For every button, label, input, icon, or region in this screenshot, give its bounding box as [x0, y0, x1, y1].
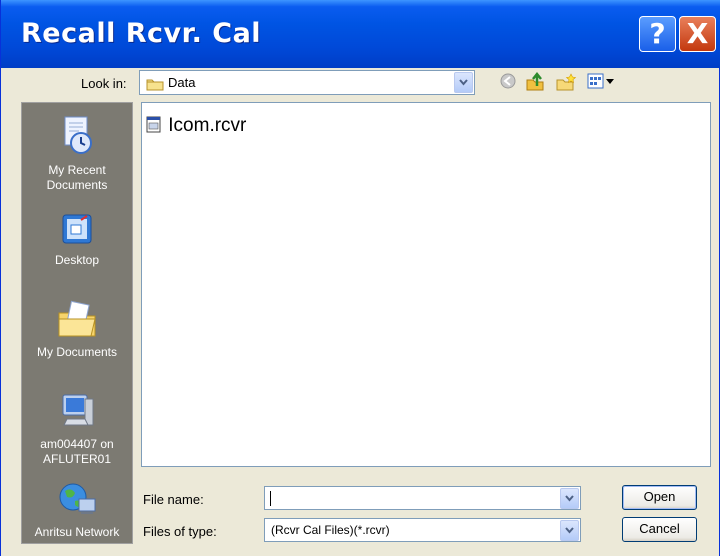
look-in-label: Look in: [81, 76, 127, 91]
place-recent-documents[interactable]: My Recent Documents [22, 113, 132, 193]
place-label: Anritsu Network [34, 525, 120, 539]
file-name-label: File name: [143, 492, 204, 507]
place-network[interactable]: Anritsu Network [22, 479, 132, 540]
recall-dialog: Recall Rcvr. Cal ? X Look in: Data My Re… [0, 0, 720, 556]
place-my-documents[interactable]: My Documents [22, 299, 132, 360]
file-name: Icom.rcvr [168, 115, 247, 136]
cancel-button[interactable]: Cancel [622, 517, 697, 542]
file-name-dropdown-button[interactable] [560, 488, 579, 509]
file-type-select[interactable]: (Rcvr Cal Files)(*.rcvr) [264, 518, 581, 542]
my-computer-icon [22, 391, 132, 435]
chevron-down-icon [565, 495, 574, 502]
chevron-down-icon [565, 527, 574, 534]
open-button[interactable]: Open [622, 485, 697, 510]
file-type-value: (Rcvr Cal Files)(*.rcvr) [271, 523, 390, 537]
file-name-input[interactable] [264, 486, 581, 510]
places-bar: My Recent Documents Desktop My Documents… [21, 102, 133, 544]
look-in-combo[interactable]: Data [139, 70, 475, 95]
help-button[interactable]: ? [639, 16, 676, 52]
back-icon[interactable] [499, 72, 517, 93]
place-label: Desktop [54, 253, 100, 267]
look-in-value: Data [168, 75, 196, 90]
recent-documents-icon [22, 113, 132, 161]
file-list[interactable]: Icom.rcvr [141, 102, 711, 467]
place-label: am004407 on AFLUTER01 [40, 437, 114, 466]
text-caret [270, 491, 271, 506]
window-title: Recall Rcvr. Cal [21, 18, 262, 49]
new-folder-icon[interactable] [555, 72, 577, 95]
place-label: My Recent Documents [46, 163, 108, 192]
up-folder-icon[interactable] [525, 71, 545, 95]
title-bar[interactable]: Recall Rcvr. Cal ? X [1, 0, 720, 68]
file-type-dropdown-button[interactable] [560, 520, 579, 541]
look-in-dropdown-button[interactable] [454, 72, 473, 93]
place-desktop[interactable]: Desktop [22, 211, 132, 268]
file-icon [146, 115, 168, 136]
view-menu-icon[interactable] [587, 72, 617, 93]
place-my-computer[interactable]: am004407 on AFLUTER01 [22, 391, 132, 467]
file-type-label: Files of type: [143, 524, 217, 539]
desktop-icon [22, 211, 132, 251]
my-documents-icon [22, 299, 132, 343]
place-label: My Documents [36, 345, 118, 359]
network-icon [22, 479, 132, 523]
list-item[interactable]: Icom.rcvr [146, 115, 246, 137]
chevron-down-icon [459, 79, 468, 86]
folder-icon [146, 77, 164, 94]
close-button[interactable]: X [679, 16, 716, 52]
